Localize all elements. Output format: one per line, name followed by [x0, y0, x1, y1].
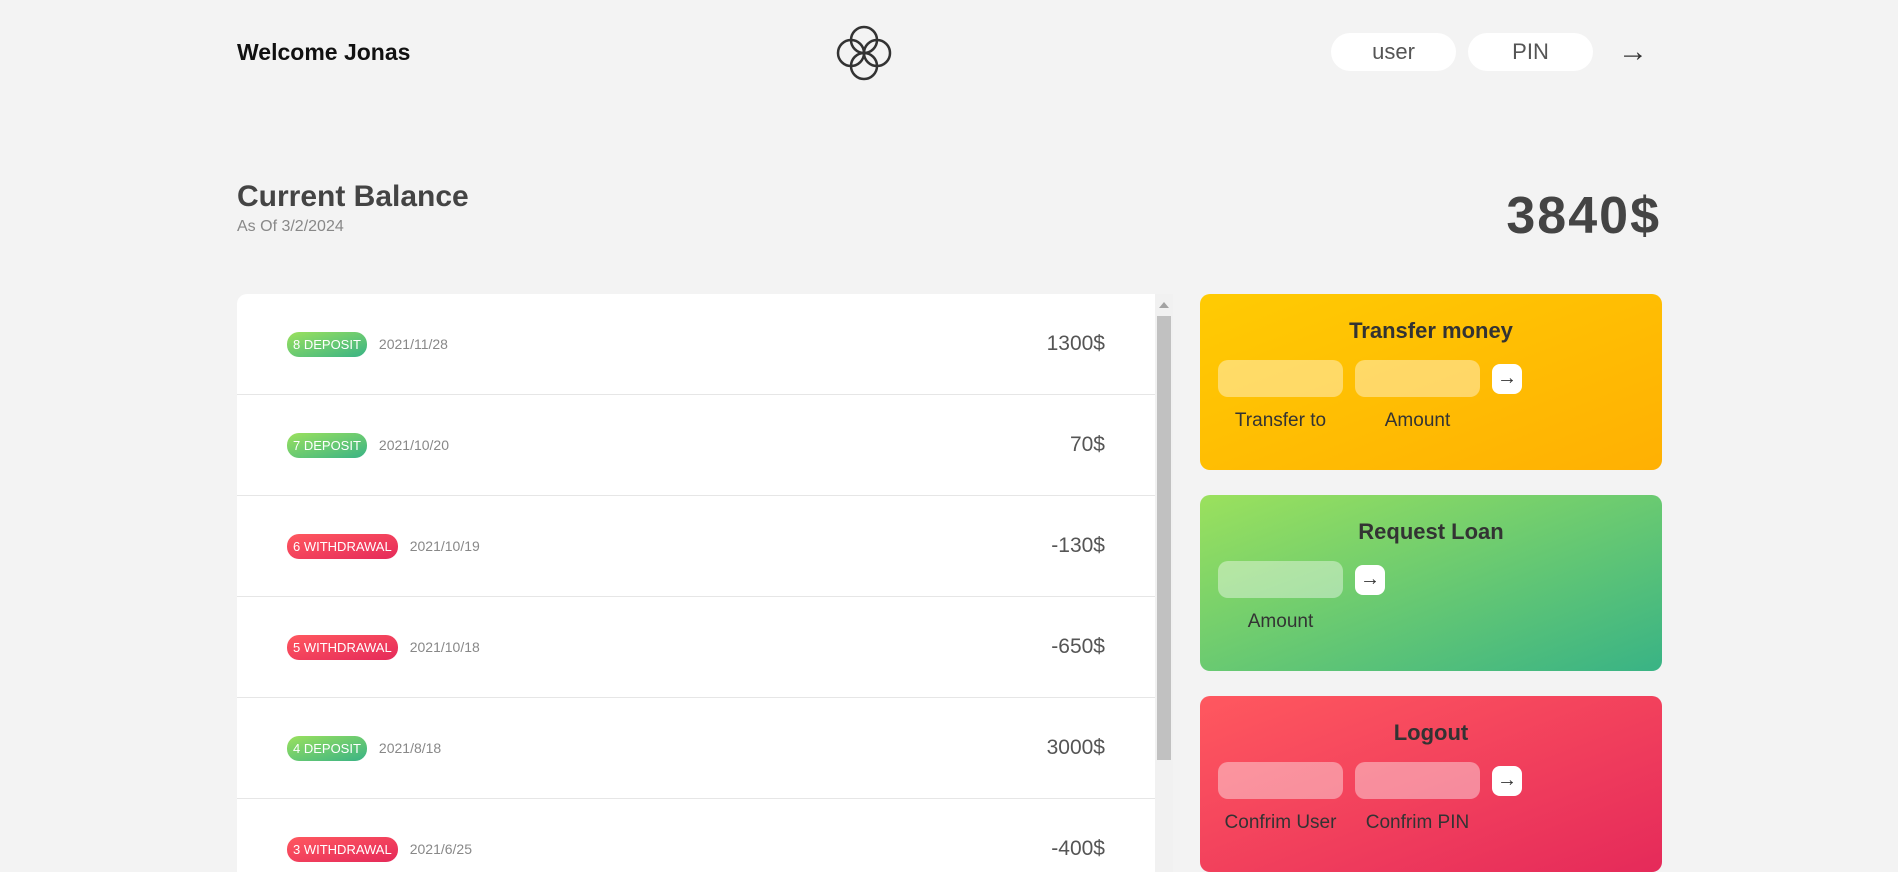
transfer-to-label: Transfer to [1234, 410, 1327, 431]
movement-type-badge: 5 WITHDRAWAL [287, 634, 398, 660]
login-form: user PIN → [1331, 33, 1661, 71]
logout-panel: Logout → Confrim User Confrim PIN [1200, 696, 1662, 872]
scroll-thumb[interactable] [1157, 316, 1171, 760]
four-circles-logo-icon [836, 25, 892, 81]
movement-type-badge: 3 WITHDRAWAL [287, 836, 398, 862]
movement-type-badge: 8 DEPOSIT [287, 331, 367, 357]
loan-amount-label: Amount [1247, 611, 1314, 632]
welcome-message: Welcome Jonas [237, 38, 411, 65]
confirm-user-label: Confrim User [1224, 812, 1337, 833]
top-nav: Welcome Jonas user PIN → [237, 20, 1661, 84]
confirm-user-input[interactable] [1218, 762, 1343, 799]
movement-row: 3 WITHDRAWAL 2021/6/25 -400$ [237, 799, 1155, 872]
balance-label: Current Balance [237, 180, 469, 213]
transfer-title: Transfer money [1349, 318, 1513, 343]
movement-type-badge: 4 DEPOSIT [287, 735, 367, 761]
movement-row: 5 WITHDRAWAL 2021/10/18 -650$ [237, 597, 1155, 698]
transfer-panel: Transfer money → Transfer to Amount [1200, 294, 1662, 470]
loan-panel: Request Loan → Amount [1200, 495, 1662, 671]
logout-title: Logout [1393, 720, 1469, 745]
transfer-form: → [1218, 360, 1644, 397]
movement-date: 2021/10/20 [378, 437, 449, 453]
movement-value: 3000$ [1046, 736, 1105, 759]
transfer-submit-button[interactable]: → [1492, 363, 1522, 394]
logout-form: → [1218, 762, 1644, 799]
movement-date: 2021/11/28 [378, 336, 448, 352]
loan-submit-button[interactable]: → [1355, 564, 1385, 595]
login-pin-input[interactable]: PIN [1468, 33, 1593, 71]
transfer-amount-label: Amount [1384, 410, 1451, 431]
movement-row: 8 DEPOSIT 2021/11/28 1300$ [237, 294, 1155, 395]
confirm-pin-input[interactable] [1355, 762, 1480, 799]
transfer-labels: Transfer to Amount [1218, 410, 1644, 432]
balance-value: 3840$ [1506, 187, 1661, 245]
movement-date: 2021/8/18 [378, 740, 442, 756]
loan-form: → [1218, 561, 1644, 598]
loan-title: Request Loan [1358, 519, 1504, 544]
transfer-amount-input[interactable] [1355, 360, 1480, 397]
loan-labels: Amount [1218, 611, 1644, 633]
movements-list[interactable]: 8 DEPOSIT 2021/11/28 1300$ 7 DEPOSIT 2021/10… [237, 294, 1155, 872]
movement-row: 6 WITHDRAWAL 2021/10/19 -130$ [237, 496, 1155, 597]
movement-value: 1300$ [1046, 332, 1105, 355]
loan-amount-input[interactable] [1218, 561, 1343, 598]
movement-row: 4 DEPOSIT 2021/8/18 3000$ [237, 698, 1155, 799]
movement-value: -130$ [1051, 534, 1105, 557]
movement-date: 2021/10/19 [409, 538, 480, 554]
balance-section: Current Balance As Of 3/2/2024 3840$ [237, 180, 1661, 246]
movement-date: 2021/6/25 [409, 841, 473, 857]
movement-value: -650$ [1051, 635, 1105, 658]
login-button[interactable]: → [1605, 33, 1661, 71]
confirm-pin-label: Confrim PIN [1365, 812, 1470, 833]
balance-date: As Of 3/2/2024 [237, 218, 344, 235]
scroll-up-icon[interactable] [1159, 302, 1169, 308]
movement-type-badge: 7 DEPOSIT [287, 432, 367, 458]
movements-scrollbar[interactable] [1155, 294, 1173, 872]
movement-row: 7 DEPOSIT 2021/10/20 70$ [237, 395, 1155, 496]
movement-type-badge: 6 WITHDRAWAL [287, 533, 398, 559]
logout-submit-button[interactable]: → [1492, 765, 1522, 796]
movement-value: -400$ [1051, 837, 1105, 860]
transfer-to-input[interactable] [1218, 360, 1343, 397]
logout-labels: Confrim User Confrim PIN [1218, 812, 1644, 834]
login-user-input[interactable]: user [1331, 33, 1456, 71]
movement-value: 70$ [1069, 433, 1105, 456]
movement-date: 2021/10/18 [409, 639, 480, 655]
